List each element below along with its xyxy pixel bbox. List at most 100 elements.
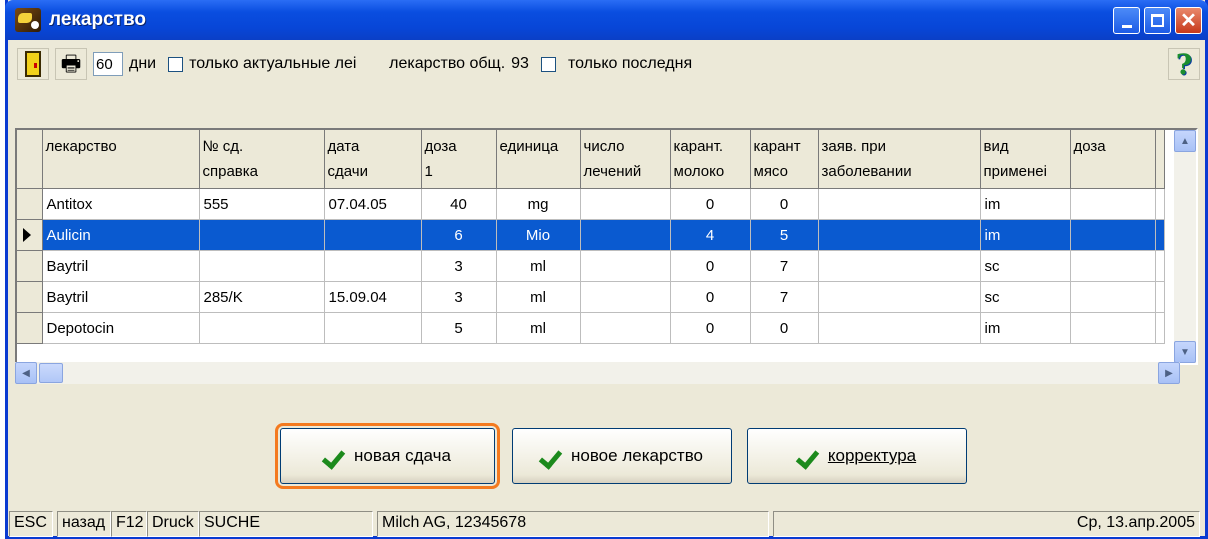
scroll-down-button[interactable]: ▼: [1174, 341, 1196, 363]
row-indicator[interactable]: [17, 219, 43, 251]
table-cell[interactable]: 5: [750, 219, 819, 251]
table-cell[interactable]: [818, 250, 981, 282]
table-cell[interactable]: [818, 281, 981, 313]
table-cell[interactable]: [580, 312, 671, 344]
table-cell[interactable]: 0: [750, 188, 819, 220]
table-cell[interactable]: Baytril: [42, 281, 200, 313]
table-cell[interactable]: 0: [670, 250, 751, 282]
column-header[interactable]: заяв. при заболевании: [818, 130, 981, 189]
column-header[interactable]: карант. молоко: [670, 130, 751, 189]
table-cell[interactable]: im: [980, 188, 1071, 220]
table-cell[interactable]: im: [980, 219, 1071, 251]
print-button[interactable]: 🖶: [55, 48, 87, 80]
row-indicator[interactable]: [17, 312, 43, 344]
table-cell[interactable]: 15.09.04: [324, 281, 422, 313]
vertical-scrollbar[interactable]: ▲ ▼: [1174, 130, 1196, 363]
table-row[interactable]: Aulicin 6 Mio 4 5 im: [17, 219, 1165, 251]
table-cell[interactable]: [580, 250, 671, 282]
table-cell[interactable]: mg: [496, 188, 581, 220]
scroll-up-button[interactable]: ▲: [1174, 130, 1196, 152]
scroll-left-button[interactable]: ◀: [15, 362, 37, 384]
table-cell[interactable]: im: [980, 312, 1071, 344]
new-drug-button[interactable]: новое лекарство: [512, 428, 732, 484]
column-header[interactable]: № сд. справка: [199, 130, 325, 189]
medication-grid[interactable]: лекарство № сд. справка дата сдачи доза 1 ед…: [15, 128, 1198, 365]
status-back[interactable]: назад: [57, 511, 111, 537]
column-header[interactable]: дата сдачи: [324, 130, 422, 189]
table-cell[interactable]: [1070, 312, 1156, 344]
maximize-button[interactable]: [1144, 7, 1171, 34]
table-cell[interactable]: 0: [670, 281, 751, 313]
table-cell[interactable]: 0: [670, 312, 751, 344]
table-cell[interactable]: Mio: [496, 219, 581, 251]
table-cell[interactable]: [199, 312, 325, 344]
table-cell[interactable]: 3: [421, 281, 497, 313]
table-row[interactable]: Baytril 3 ml 0 7 sc: [17, 250, 1165, 282]
column-header[interactable]: доза: [1070, 130, 1156, 189]
table-cell[interactable]: sc: [980, 250, 1071, 282]
exit-button[interactable]: [17, 48, 49, 80]
column-header[interactable]: лекарство: [42, 130, 200, 189]
table-cell[interactable]: [324, 219, 422, 251]
row-indicator[interactable]: [17, 250, 43, 282]
table-cell[interactable]: 555: [199, 188, 325, 220]
row-indicator[interactable]: [17, 188, 43, 220]
table-cell[interactable]: [818, 312, 981, 344]
table-cell[interactable]: [1070, 188, 1156, 220]
status-print[interactable]: Druck: [147, 511, 199, 537]
close-button[interactable]: ✕: [1175, 7, 1202, 34]
correction-button[interactable]: корректура: [747, 428, 967, 484]
table-cell[interactable]: Baytril: [42, 250, 200, 282]
column-header[interactable]: вид применеі: [980, 130, 1071, 189]
table-cell[interactable]: sc: [980, 281, 1071, 313]
table-cell[interactable]: [1070, 219, 1156, 251]
table-cell[interactable]: ml: [496, 281, 581, 313]
table-cell[interactable]: ml: [496, 250, 581, 282]
table-cell[interactable]: 3: [421, 250, 497, 282]
column-header[interactable]: доза 1: [421, 130, 497, 189]
table-cell[interactable]: [199, 250, 325, 282]
table-cell[interactable]: [1070, 250, 1156, 282]
table-cell[interactable]: [580, 219, 671, 251]
status-search[interactable]: SUCHE: [199, 511, 373, 537]
table-cell[interactable]: [580, 281, 671, 313]
table-cell[interactable]: 7: [750, 250, 819, 282]
table-cell[interactable]: 5: [421, 312, 497, 344]
days-input[interactable]: 60: [93, 52, 123, 76]
table-row[interactable]: Depotocin 5 ml 0 0 im: [17, 312, 1165, 344]
table-cell[interactable]: ml: [496, 312, 581, 344]
minimize-button[interactable]: [1113, 7, 1140, 34]
table-cell[interactable]: 7: [750, 281, 819, 313]
table-cell[interactable]: 6: [421, 219, 497, 251]
table-cell[interactable]: Aulicin: [42, 219, 200, 251]
column-header[interactable]: карант мясо: [750, 130, 819, 189]
only-current-checkbox[interactable]: [168, 56, 184, 72]
table-cell[interactable]: 285/K: [199, 281, 325, 313]
table-cell[interactable]: [818, 219, 981, 251]
column-header[interactable]: единица: [496, 130, 581, 189]
table-cell[interactable]: [580, 188, 671, 220]
scroll-right-button[interactable]: ▶: [1158, 362, 1180, 384]
table-cell[interactable]: Depotocin: [42, 312, 200, 344]
table-cell[interactable]: 4: [670, 219, 751, 251]
table-cell[interactable]: [324, 312, 422, 344]
row-indicator[interactable]: [17, 281, 43, 313]
new-delivery-button[interactable]: новая сдача: [275, 423, 500, 489]
table-cell[interactable]: 40: [421, 188, 497, 220]
table-row[interactable]: Antitox 555 07.04.05 40 mg 0 0 im: [17, 188, 1165, 220]
table-cell[interactable]: 0: [750, 312, 819, 344]
table-row[interactable]: Baytril 285/K 15.09.04 3 ml 0 7 sc: [17, 281, 1165, 313]
title-bar[interactable]: лекарство ✕: [5, 0, 1208, 40]
table-cell[interactable]: [1070, 281, 1156, 313]
table-cell[interactable]: 0: [670, 188, 751, 220]
help-icon[interactable]: ?: [1168, 48, 1200, 81]
table-cell[interactable]: [324, 250, 422, 282]
table-cell[interactable]: [199, 219, 325, 251]
table-cell[interactable]: 07.04.05: [324, 188, 422, 220]
horizontal-scroll-thumb[interactable]: [39, 363, 63, 383]
horizontal-scrollbar[interactable]: ◀ ▶: [15, 362, 1180, 384]
only-last-checkbox[interactable]: [540, 56, 556, 72]
column-header[interactable]: число лечений: [580, 130, 671, 189]
table-cell[interactable]: Antitox: [42, 188, 200, 220]
table-cell[interactable]: [818, 188, 981, 220]
